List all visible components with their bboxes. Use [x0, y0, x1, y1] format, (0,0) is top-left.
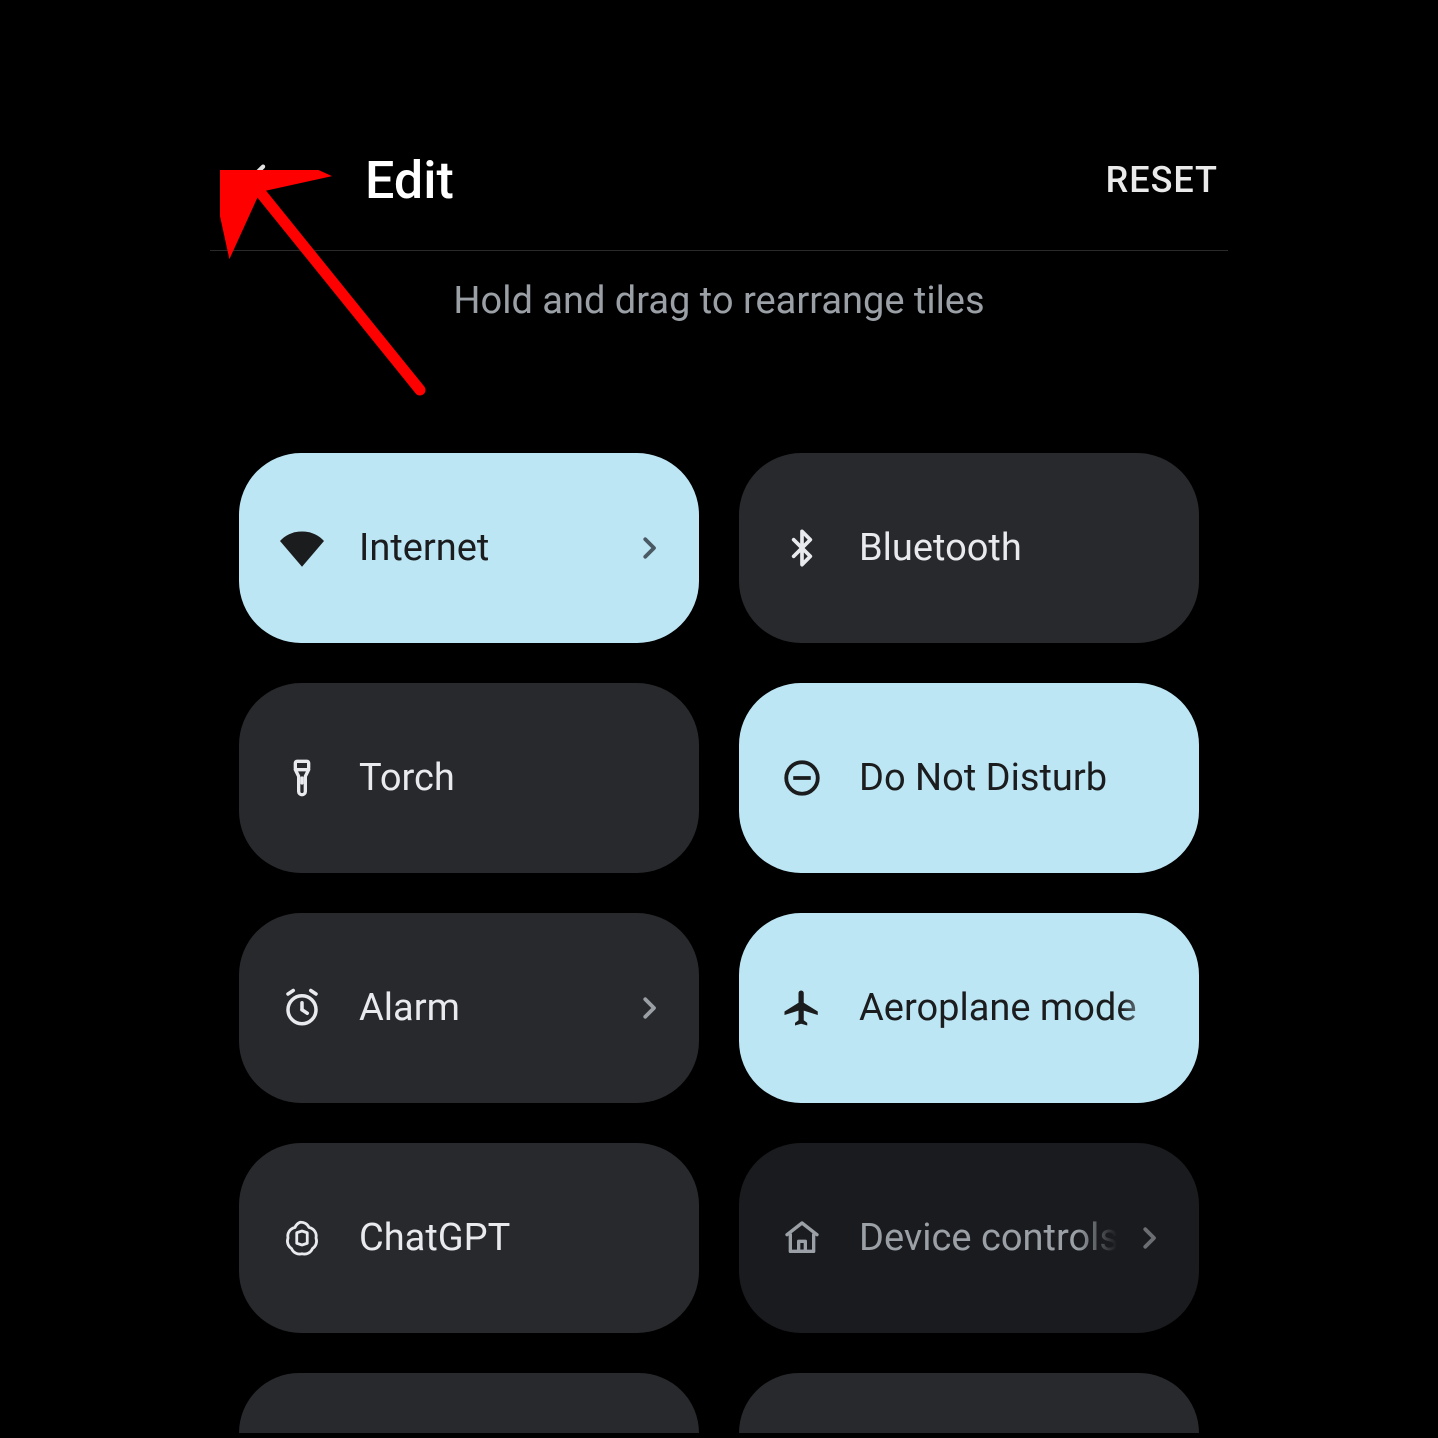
tile-internet[interactable]: Internet — [239, 453, 699, 643]
torch-icon — [277, 753, 327, 803]
tile-alarm[interactable]: Alarm — [239, 913, 699, 1103]
chevron-right-icon — [629, 528, 669, 568]
airplane-icon — [777, 983, 827, 1033]
dnd-icon — [777, 753, 827, 803]
header-bar: Edit RESET — [0, 140, 1438, 220]
tile-label: Do Not Disturb — [859, 756, 1161, 800]
tile-chatgpt[interactable]: ChatGPT — [239, 1143, 699, 1333]
tile-label: Aeroplane mode — [859, 986, 1161, 1030]
chevron-right-icon — [629, 988, 669, 1028]
back-button[interactable] — [235, 150, 295, 210]
chatgpt-icon — [277, 1213, 327, 1263]
tile-aeroplane[interactable]: Aeroplane mode — [739, 913, 1199, 1103]
tile-dnd[interactable]: Do Not Disturb — [739, 683, 1199, 873]
tiles-grid: Internet Bluetooth Torch — [0, 453, 1438, 1333]
chevron-right-icon — [1129, 1218, 1169, 1258]
tile-label: Bluetooth — [859, 526, 1161, 570]
tile-label: Internet — [359, 526, 617, 570]
tile-bluetooth[interactable]: Bluetooth — [739, 453, 1199, 643]
arrow-left-icon — [242, 157, 288, 203]
bluetooth-icon — [777, 523, 827, 573]
alarm-icon — [277, 983, 327, 1033]
tile-label: Device controls — [859, 1216, 1117, 1260]
reset-button[interactable]: RESET — [1106, 159, 1218, 201]
home-icon — [777, 1213, 827, 1263]
tile-peek[interactable] — [739, 1373, 1199, 1433]
subtitle: Hold and drag to rearrange tiles — [0, 279, 1438, 323]
tile-label: ChatGPT — [359, 1216, 661, 1260]
wifi-icon — [277, 523, 327, 573]
tile-device-controls[interactable]: Device controls — [739, 1143, 1199, 1333]
divider — [210, 250, 1228, 251]
tile-label: Torch — [359, 756, 661, 800]
tiles-next-row-peek — [0, 1373, 1438, 1433]
tile-label: Alarm — [359, 986, 617, 1030]
page-title: Edit — [365, 150, 454, 211]
tile-peek[interactable] — [239, 1373, 699, 1433]
tile-torch[interactable]: Torch — [239, 683, 699, 873]
